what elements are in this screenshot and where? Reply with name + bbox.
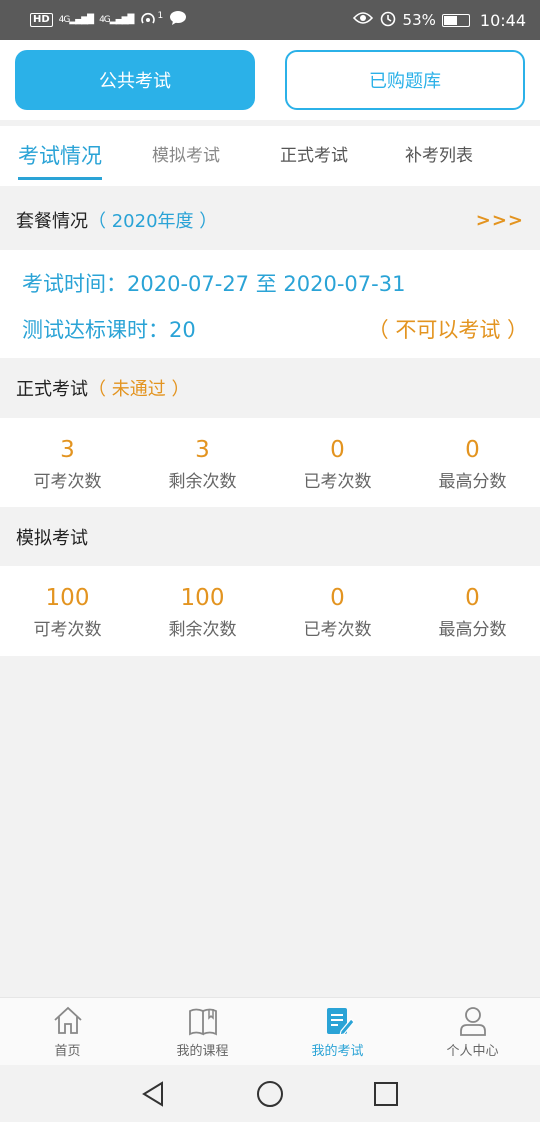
- mock-exam-header: 模拟考试: [0, 507, 540, 567]
- stat-highest-score: 0 最高分数: [405, 566, 540, 656]
- exam-eligibility-status: （ 不可以考试 ）: [367, 318, 528, 342]
- back-icon[interactable]: [140, 1080, 168, 1108]
- system-nav-bar: [0, 1065, 540, 1122]
- status-bar: HD 4G▂▄▆█ 4G▂▄▆█ 1 53% 10:44: [0, 0, 540, 40]
- status-right: 53% 10:44: [352, 9, 526, 31]
- stat-value: 3: [60, 436, 75, 463]
- exam-type-switch: 公共考试 已购题库: [0, 40, 540, 120]
- alarm-icon: [379, 9, 397, 31]
- book-icon: [188, 1008, 217, 1036]
- exam-time: 考试时间：2020-07-27 至 2020-07-31: [22, 272, 406, 296]
- battery-percent: 53%: [402, 11, 436, 29]
- app-root: HD 4G▂▄▆█ 4G▂▄▆█ 1 53% 10:44 公共考试 已购题库 考…: [0, 0, 540, 1122]
- signal-icon-2: 4G▂▄▆█: [99, 15, 134, 25]
- nav-profile[interactable]: 个人中心: [405, 998, 540, 1065]
- stat-highest-score: 0 最高分数: [405, 418, 540, 508]
- stat-allowed-attempts: 100 可考次数: [0, 566, 135, 656]
- signal-label-1: 4G: [58, 15, 71, 25]
- signal-label-2: 4G: [99, 15, 111, 25]
- tab-makeup-list[interactable]: 补考列表: [405, 141, 473, 166]
- eye-icon: [352, 11, 373, 29]
- stat-remaining-attempts: 100 剩余次数: [135, 566, 270, 656]
- formal-exam-title: 正式考试: [16, 379, 88, 400]
- nav-label: 个人中心: [446, 1044, 499, 1059]
- hd-badge: HD: [30, 13, 53, 27]
- status-left: HD 4G▂▄▆█ 4G▂▄▆█ 1: [30, 10, 187, 30]
- stat-label: 已考次数: [303, 619, 372, 640]
- mock-exam-stats: 100 可考次数 100 剩余次数 0 已考次数 0 最高分数: [0, 566, 540, 656]
- stat-label: 剩余次数: [168, 619, 237, 640]
- nav-my-courses[interactable]: 我的课程: [135, 998, 270, 1065]
- stat-used-attempts: 0 已考次数: [270, 566, 405, 656]
- nav-my-exams[interactable]: 我的考试: [270, 998, 405, 1065]
- package-header: 套餐情况 （ 2020年度 ） >>>: [0, 190, 540, 250]
- bottom-nav: 首页 我的课程 我的考试 个人中心: [0, 997, 540, 1065]
- exam-icon: [326, 1008, 355, 1036]
- stat-label: 已考次数: [303, 471, 372, 492]
- stat-remaining-attempts: 3 剩余次数: [135, 418, 270, 508]
- hotspot-icon: [139, 10, 157, 30]
- study-hours: 测试达标课时：20: [22, 318, 196, 342]
- stat-allowed-attempts: 3 可考次数: [0, 418, 135, 508]
- nav-label: 首页: [54, 1044, 81, 1059]
- package-title: 套餐情况: [16, 211, 88, 232]
- stat-value: 3: [195, 436, 210, 463]
- formal-exam-result: （ 未通过 ）: [88, 379, 190, 400]
- home-icon: [53, 1006, 82, 1034]
- signal-icon: 4G▂▄▆█: [58, 15, 94, 25]
- stat-value: 0: [465, 436, 480, 463]
- sub-tab-bar: 考试情况 模拟考试 正式考试 补考列表: [0, 126, 540, 186]
- stat-used-attempts: 0 已考次数: [270, 418, 405, 508]
- stat-label: 最高分数: [438, 471, 507, 492]
- package-year: （ 2020年度 ）: [88, 211, 218, 232]
- stat-value: 0: [465, 584, 480, 611]
- formal-exam-stats: 3 可考次数 3 剩余次数 0 已考次数 0 最高分数: [0, 418, 540, 508]
- stat-value: 0: [330, 584, 345, 611]
- tab-exam-status[interactable]: 考试情况: [18, 140, 102, 180]
- formal-exam-header: 正式考试 （ 未通过 ）: [0, 358, 540, 418]
- recent-apps-icon[interactable]: [372, 1080, 400, 1108]
- stat-value: 100: [45, 584, 90, 611]
- purchased-bank-button[interactable]: 已购题库: [285, 50, 525, 110]
- message-icon: [169, 10, 187, 30]
- stat-value: 0: [330, 436, 345, 463]
- stat-value: 100: [180, 584, 225, 611]
- stat-label: 可考次数: [33, 619, 102, 640]
- tab-formal-exam[interactable]: 正式考试: [280, 141, 348, 166]
- mock-exam-title: 模拟考试: [16, 528, 88, 549]
- clock: 10:44: [479, 10, 526, 30]
- hotspot-badge: 1: [157, 11, 164, 21]
- nav-home[interactable]: 首页: [0, 998, 135, 1065]
- nav-label: 我的考试: [311, 1044, 364, 1059]
- stat-label: 剩余次数: [168, 471, 237, 492]
- package-more-link[interactable]: >>>: [476, 210, 524, 231]
- package-details: 考试时间：2020-07-27 至 2020-07-31 测试达标课时：20 （…: [0, 250, 540, 358]
- person-icon: [459, 1007, 486, 1036]
- public-exam-button[interactable]: 公共考试: [15, 50, 255, 110]
- tab-mock-exam[interactable]: 模拟考试: [152, 141, 220, 166]
- home-circle-icon[interactable]: [256, 1080, 284, 1108]
- battery-icon: [441, 13, 470, 27]
- nav-label: 我的课程: [176, 1044, 229, 1059]
- stat-label: 最高分数: [438, 619, 507, 640]
- stat-label: 可考次数: [33, 471, 102, 492]
